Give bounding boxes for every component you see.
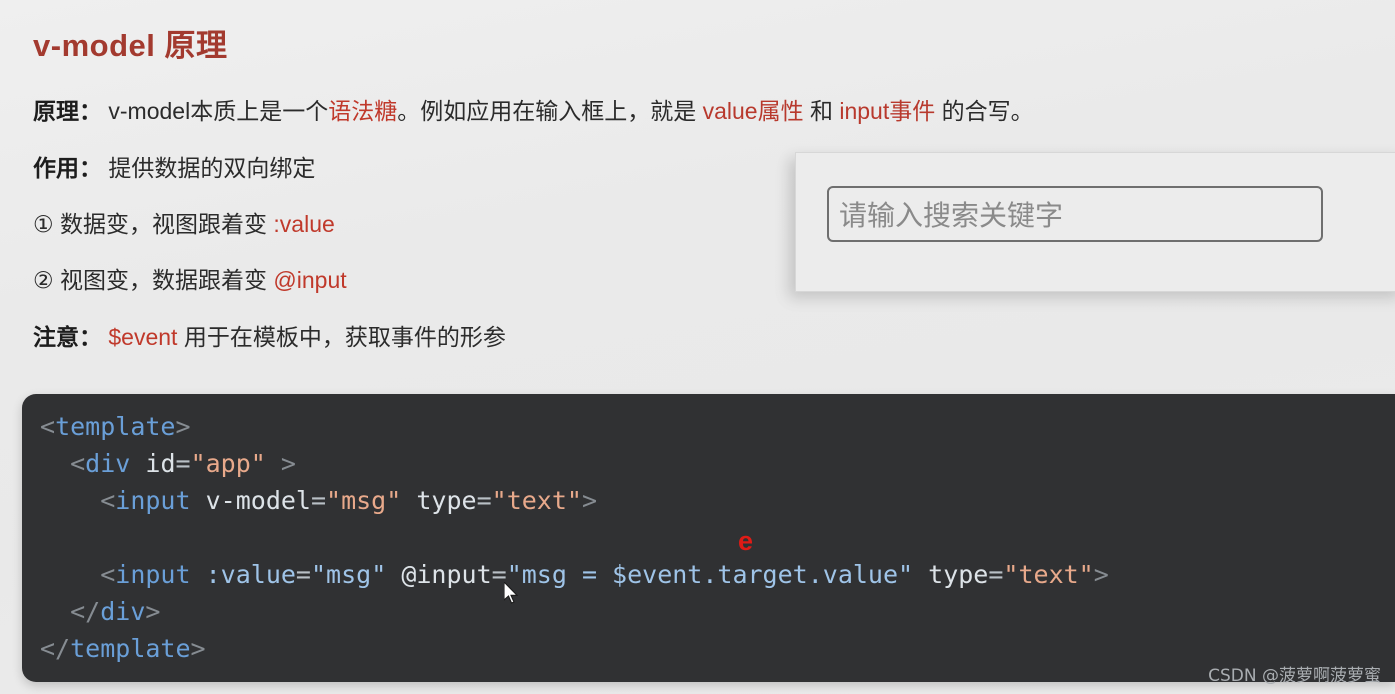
- note-highlight-event: $event: [102, 324, 178, 350]
- annotation-e: e: [738, 526, 754, 556]
- slide-canvas: v-model 原理 原理： v-model本质上是一个语法糖。例如应用在输入框…: [0, 0, 1395, 694]
- principle-text-2: 。例如应用在输入框上，就是: [397, 98, 703, 124]
- code-token-punct: >: [280, 449, 296, 478]
- code-token-eq: =: [175, 449, 191, 478]
- line-template-close: </template>: [22, 630, 1395, 667]
- code-token-str: "text": [1003, 560, 1094, 589]
- text-line-point-1: ① 数据变，视图跟着变 :value: [33, 213, 335, 236]
- code-token-tag: div: [100, 597, 146, 626]
- code-token-tag: template: [55, 412, 176, 441]
- code-token-attr: id: [145, 449, 176, 478]
- code-token-punct: <: [100, 560, 116, 589]
- note-label: 注意：: [33, 324, 102, 350]
- watermark: CSDN @菠萝啊菠萝蜜: [1208, 666, 1381, 686]
- principle-highlight-input-event: input事件: [839, 98, 936, 124]
- code-token-tag: input: [115, 560, 191, 589]
- code-token-attr: @input: [401, 560, 492, 589]
- code-token-eq: =: [476, 486, 492, 515]
- code-token-eq: =: [491, 560, 507, 589]
- demo-preview-panel: 请输入搜索关键字: [795, 152, 1395, 292]
- role-label: 作用：: [33, 155, 102, 181]
- code-token-punct: <: [100, 486, 116, 515]
- search-input-placeholder: 请输入搜索关键字: [839, 199, 1064, 232]
- code-token-str: "app": [190, 449, 266, 478]
- code-token-tag: div: [85, 449, 131, 478]
- code-token-tag: input: [115, 486, 191, 515]
- code-token-val: "msg = $event.target.value": [506, 560, 914, 589]
- code-token-val: :value: [205, 560, 296, 589]
- page-title: v-model 原理: [33, 28, 228, 63]
- principle-text-1: v-model本质上是一个: [102, 98, 329, 124]
- code-token-str: "text": [491, 486, 582, 515]
- text-line-point-2: ② 视图变，数据跟着变 @input: [33, 269, 347, 292]
- note-text: 用于在模板中，获取事件的形参: [177, 324, 506, 350]
- code-token-punct: <: [70, 449, 86, 478]
- search-input[interactable]: 请输入搜索关键字: [827, 186, 1323, 242]
- code-token-val: "msg": [310, 560, 387, 589]
- principle-highlight-value-attr: value属性: [702, 98, 804, 124]
- principle-text-3: 和: [803, 98, 840, 124]
- code-token-punct: >: [175, 412, 191, 441]
- code-token-punct: >: [190, 634, 206, 663]
- code-token-punct: >: [581, 486, 598, 515]
- point-1-highlight-value-binding: :value: [273, 211, 335, 237]
- code-token-punct: >: [1093, 560, 1109, 589]
- code-block: <template> <div id="app" > <input v-mode…: [22, 394, 1395, 682]
- code-token-attr: type: [416, 486, 477, 515]
- point-1-marker: ①: [33, 211, 54, 237]
- line-template-open: <template>: [22, 408, 1395, 445]
- code-token-attr: type: [928, 560, 989, 589]
- role-text: 提供数据的双向绑定: [102, 155, 316, 181]
- point-2-marker: ②: [33, 267, 54, 293]
- line-blank: [22, 519, 1395, 556]
- line-div-open: <div id="app" >: [22, 445, 1395, 482]
- point-1-text: 数据变，视图跟着变: [53, 211, 274, 237]
- text-line-role: 作用： 提供数据的双向绑定: [33, 157, 315, 180]
- line-input-value-input: <input :value="msg" @input="msg = $event…: [22, 556, 1395, 593]
- code-token-punct: </: [40, 634, 71, 663]
- principle-text-4: 的合写。: [935, 98, 1034, 124]
- code-token-str: "msg": [326, 486, 402, 515]
- code-token-tag: template: [70, 634, 191, 663]
- principle-highlight-syntax-sugar: 语法糖: [328, 98, 398, 124]
- code-token-punct: >: [145, 597, 161, 626]
- point-2-highlight-input-binding: @input: [273, 267, 347, 293]
- text-line-principle: 原理： v-model本质上是一个语法糖。例如应用在输入框上，就是 value属…: [33, 100, 1034, 123]
- line-div-close: </div>: [22, 593, 1395, 630]
- code-lines-container: <template> <div id="app" > <input v-mode…: [22, 408, 1395, 667]
- code-token-attr: v-model: [205, 486, 311, 515]
- point-2-text: 视图变，数据跟着变: [53, 267, 274, 293]
- code-token-eq: =: [295, 560, 311, 589]
- text-line-note: 注意： $event 用于在模板中，获取事件的形参: [33, 326, 506, 349]
- code-token-punct: <: [40, 412, 56, 441]
- code-token-eq: =: [310, 486, 327, 515]
- principle-label: 原理：: [33, 98, 102, 124]
- code-token-eq: =: [988, 560, 1004, 589]
- code-token-punct: </: [70, 597, 101, 626]
- line-input-vmodel: <input v-model="msg" type="text">: [22, 482, 1395, 519]
